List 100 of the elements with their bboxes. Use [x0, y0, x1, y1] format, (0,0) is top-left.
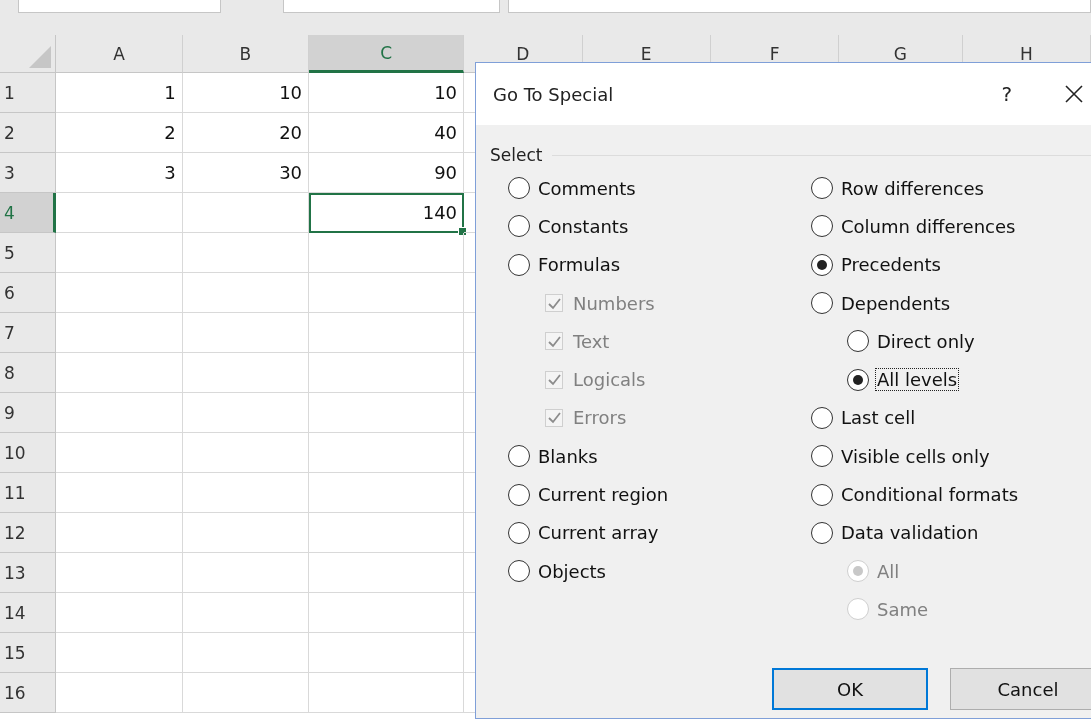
table-cell[interactable] [182, 673, 310, 713]
table-cell[interactable]: 90 [309, 153, 465, 193]
table-cell[interactable] [56, 673, 183, 713]
radio-button[interactable] [508, 215, 530, 238]
option-label[interactable]: Last cell [839, 406, 918, 430]
row-header[interactable]: 4 [0, 193, 57, 233]
row-header[interactable]: 16 [0, 673, 57, 713]
row-header[interactable]: 12 [0, 513, 57, 553]
table-cell[interactable] [182, 353, 310, 393]
option-label[interactable]: Current region [536, 483, 671, 506]
option-label[interactable]: Row differences [839, 176, 986, 200]
formula-bar-field[interactable] [283, 0, 500, 13]
dialog-button[interactable]: OK [772, 668, 928, 710]
option-label[interactable]: Column differences [839, 214, 1018, 238]
row-header[interactable]: 2 [0, 113, 57, 153]
row-header[interactable]: 11 [0, 473, 57, 513]
select-all-icon[interactable] [29, 46, 52, 68]
table-cell[interactable] [309, 433, 465, 473]
option-label[interactable]: Dependents [839, 291, 953, 315]
table-cell[interactable]: 20 [182, 113, 310, 153]
option-label[interactable]: Blanks [536, 444, 600, 468]
table-cell[interactable] [309, 473, 465, 513]
table-cell[interactable] [309, 633, 465, 673]
table-cell[interactable]: 10 [182, 73, 310, 113]
table-cell[interactable] [56, 633, 183, 673]
radio-button[interactable] [508, 177, 530, 200]
option-label[interactable]: Formulas [536, 253, 623, 277]
table-cell[interactable] [309, 233, 465, 273]
table-cell[interactable] [182, 273, 310, 313]
name-box-field[interactable] [18, 0, 221, 13]
table-cell[interactable] [309, 273, 465, 313]
option-label[interactable]: Precedents [839, 253, 943, 277]
option-label[interactable]: Objects [536, 559, 608, 583]
table-cell[interactable] [182, 233, 310, 273]
radio-button[interactable] [811, 406, 833, 429]
table-cell[interactable] [182, 393, 310, 433]
radio-button[interactable] [508, 521, 530, 544]
table-cell[interactable] [309, 593, 465, 633]
option-label[interactable]: Visible cells only [839, 444, 992, 468]
fill-handle[interactable] [458, 227, 468, 236]
option-label[interactable]: Current array [536, 521, 661, 545]
table-cell[interactable] [56, 393, 183, 433]
table-cell[interactable] [56, 553, 183, 593]
table-cell[interactable]: 30 [182, 153, 310, 193]
table-cell[interactable]: 2 [56, 113, 183, 153]
table-cell[interactable]: 40 [309, 113, 465, 153]
table-cell[interactable] [56, 433, 183, 473]
table-cell[interactable] [309, 393, 465, 433]
table-cell[interactable]: 140 [309, 193, 465, 233]
row-header[interactable]: 9 [0, 393, 57, 433]
table-cell[interactable]: 10 [309, 73, 465, 113]
close-button[interactable] [1064, 84, 1084, 104]
table-cell[interactable]: 3 [56, 153, 183, 193]
table-cell[interactable] [56, 193, 183, 233]
option-label[interactable]: Constants [536, 214, 631, 238]
radio-button[interactable] [811, 521, 833, 544]
table-cell[interactable] [56, 513, 183, 553]
table-cell[interactable] [182, 633, 310, 673]
row-header[interactable]: 10 [0, 433, 57, 473]
table-cell[interactable] [309, 353, 465, 393]
table-cell[interactable] [182, 193, 310, 233]
table-cell[interactable] [56, 313, 183, 353]
radio-button[interactable] [811, 483, 833, 506]
table-cell[interactable] [56, 233, 183, 273]
radio-button[interactable] [508, 253, 530, 276]
option-label[interactable]: Conditional formats [839, 483, 1021, 506]
table-cell[interactable] [182, 473, 310, 513]
row-header[interactable]: 15 [0, 633, 57, 673]
row-header[interactable]: 8 [0, 353, 57, 393]
row-header[interactable]: 7 [0, 313, 57, 353]
radio-button[interactable] [508, 445, 530, 468]
dialog-button[interactable]: Cancel [950, 668, 1091, 710]
table-cell[interactable]: 1 [56, 73, 183, 113]
radio-button[interactable] [811, 177, 833, 200]
table-cell[interactable] [309, 313, 465, 353]
row-header[interactable]: 6 [0, 273, 57, 313]
row-header[interactable]: 5 [0, 233, 57, 273]
table-cell[interactable] [182, 433, 310, 473]
option-label[interactable]: Comments [536, 176, 638, 200]
table-cell[interactable] [182, 313, 310, 353]
table-cell[interactable] [182, 513, 310, 553]
table-cell[interactable] [182, 553, 310, 593]
help-button[interactable]: ? [997, 82, 1016, 106]
table-cell[interactable] [309, 673, 465, 713]
option-label[interactable]: Data validation [839, 521, 981, 545]
table-cell[interactable] [56, 353, 183, 393]
option-label[interactable]: All levels [875, 368, 960, 392]
radio-button[interactable] [811, 253, 833, 276]
row-header[interactable]: 1 [0, 73, 57, 113]
row-header[interactable]: 14 [0, 593, 57, 633]
table-cell[interactable] [56, 593, 183, 633]
radio-button[interactable] [508, 560, 530, 583]
column-header[interactable]: C [309, 35, 465, 73]
table-cell[interactable] [309, 513, 465, 553]
row-header[interactable]: 13 [0, 553, 57, 593]
formula-input-field[interactable] [508, 0, 1091, 13]
table-cell[interactable] [56, 473, 183, 513]
radio-button[interactable] [847, 368, 869, 391]
table-cell[interactable] [182, 593, 310, 633]
radio-button[interactable] [811, 292, 833, 315]
